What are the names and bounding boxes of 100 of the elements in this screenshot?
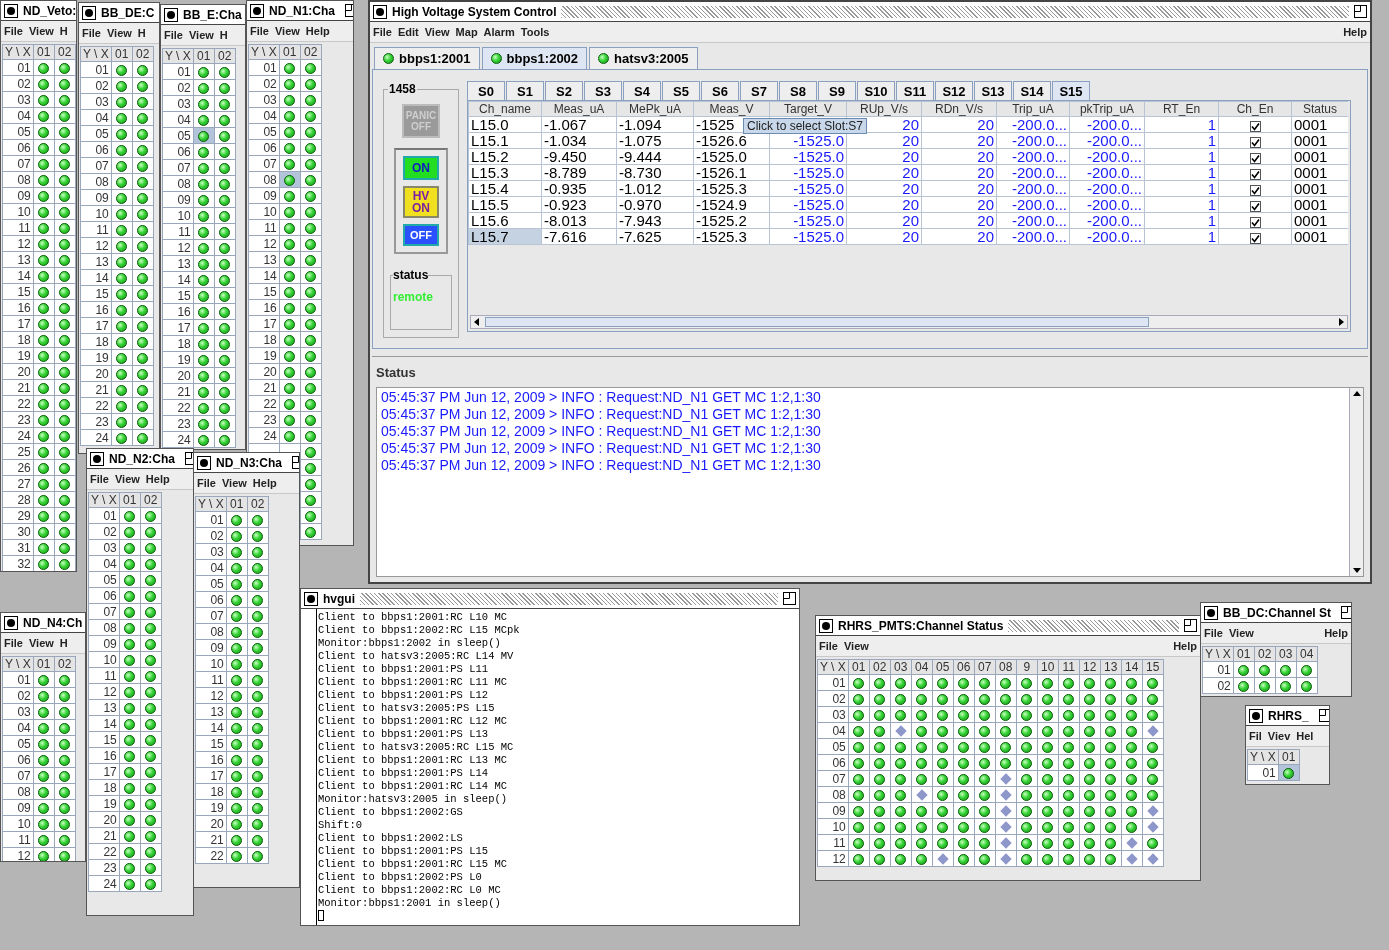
- column-header[interactable]: Trip_uA: [996, 101, 1070, 117]
- menu-item[interactable]: Map: [455, 23, 478, 41]
- column-header[interactable]: RT_En: [1144, 101, 1219, 117]
- menu-item[interactable]: Edit: [397, 23, 419, 41]
- slot-tab[interactable]: S3: [584, 81, 622, 100]
- window-menu-icon[interactable]: [250, 3, 264, 18]
- maximize-icon[interactable]: [783, 592, 796, 605]
- slot-tab[interactable]: S8: [779, 81, 817, 100]
- menu-item[interactable]: View: [843, 637, 869, 655]
- channel-enable-checkbox[interactable]: [1249, 216, 1261, 228]
- host-tab[interactable]: hatsv3:2005: [589, 47, 698, 69]
- window-menu-icon[interactable]: [82, 5, 96, 20]
- maximize-icon[interactable]: [1354, 5, 1367, 18]
- maximize-icon[interactable]: [1318, 709, 1329, 722]
- menu-item[interactable]: File: [4, 22, 23, 40]
- tooltip: Click to select Slot:S7: [743, 118, 868, 134]
- menu-item[interactable]: Hel: [1296, 727, 1314, 745]
- menu-item[interactable]: File: [250, 22, 269, 40]
- menu-item[interactable]: File: [819, 637, 838, 655]
- channel-enable-checkbox[interactable]: [1249, 168, 1261, 180]
- slot-tab[interactable]: S14: [1013, 81, 1051, 100]
- menu-item[interactable]: View: [274, 22, 300, 40]
- slot-tab[interactable]: S12: [935, 81, 973, 100]
- menu-item[interactable]: Help: [145, 470, 170, 488]
- column-header[interactable]: Meas_uA: [541, 101, 617, 117]
- column-header[interactable]: Meas_V: [693, 101, 770, 117]
- menu-item[interactable]: Fil: [1249, 727, 1262, 745]
- menu-item[interactable]: Help: [1343, 23, 1367, 41]
- slot-tab[interactable]: S4: [623, 81, 661, 100]
- menu-item[interactable]: View: [106, 24, 132, 42]
- column-header: 08: [995, 659, 1017, 675]
- menu-item[interactable]: Help: [252, 474, 277, 492]
- menu-item[interactable]: H: [137, 24, 146, 42]
- column-header[interactable]: RUp_V/s: [846, 101, 922, 117]
- host-tab[interactable]: bbps1:2002: [481, 47, 588, 69]
- window-menu-icon[interactable]: [1249, 708, 1263, 723]
- slot-tab[interactable]: S13: [974, 81, 1012, 100]
- column-header[interactable]: Target_V: [769, 101, 847, 117]
- slot-tab[interactable]: S11: [896, 81, 934, 100]
- off-button[interactable]: OFF: [403, 224, 439, 246]
- menu-item[interactable]: File: [1204, 624, 1223, 642]
- channel-enable-checkbox[interactable]: [1249, 200, 1261, 212]
- host-tab[interactable]: bbps1:2001: [374, 47, 480, 69]
- slot-tab[interactable]: S10: [857, 81, 895, 100]
- slot-tab[interactable]: S9: [818, 81, 856, 100]
- menu-item[interactable]: File: [90, 470, 109, 488]
- menu-item[interactable]: File: [4, 634, 23, 652]
- slot-tab[interactable]: S5: [662, 81, 700, 100]
- menu-item[interactable]: View: [28, 22, 54, 40]
- menu-item[interactable]: View: [114, 470, 140, 488]
- channel-enable-checkbox[interactable]: [1249, 232, 1261, 244]
- menu-item[interactable]: View: [188, 26, 214, 44]
- column-header[interactable]: RDn_V/s: [921, 101, 997, 117]
- menu-item[interactable]: H: [59, 22, 68, 40]
- column-header[interactable]: Ch_name: [468, 101, 542, 117]
- menu-item[interactable]: File: [197, 474, 216, 492]
- menu-item[interactable]: Help: [1324, 624, 1348, 642]
- menu-item[interactable]: View: [424, 23, 450, 41]
- slot-tab[interactable]: S0: [467, 81, 505, 100]
- window-menu-icon[interactable]: [373, 4, 387, 19]
- menu-item[interactable]: File: [82, 24, 101, 42]
- menu-item[interactable]: View: [221, 474, 247, 492]
- vertical-scrollbar[interactable]: [1349, 387, 1363, 576]
- menu-item[interactable]: Viev: [1267, 727, 1291, 745]
- column-header[interactable]: Status: [1291, 101, 1348, 117]
- menu-item[interactable]: File: [164, 26, 183, 44]
- window-menu-icon[interactable]: [819, 618, 833, 633]
- slot-tab[interactable]: S15: [1052, 81, 1090, 100]
- hv-on-button[interactable]: HV ON: [403, 186, 439, 218]
- slot-tab[interactable]: S7: [740, 81, 778, 100]
- menu-item[interactable]: Alarm: [483, 23, 515, 41]
- window-menu-icon[interactable]: [90, 451, 104, 466]
- horizontal-scrollbar[interactable]: [470, 315, 1348, 329]
- column-header[interactable]: MePk_uA: [616, 101, 694, 117]
- menu-item[interactable]: Help: [1173, 637, 1197, 655]
- window-menu-icon[interactable]: [1204, 605, 1218, 620]
- window-menu-icon[interactable]: [304, 591, 318, 606]
- channel-enable-checkbox[interactable]: [1249, 184, 1261, 196]
- column-header[interactable]: pkTrip_uA: [1069, 101, 1145, 117]
- on-button[interactable]: ON: [403, 156, 439, 180]
- window-menu-icon[interactable]: [4, 615, 18, 630]
- window-menu-icon[interactable]: [164, 7, 178, 22]
- column-header[interactable]: Ch_En: [1218, 101, 1292, 117]
- menu-item[interactable]: H: [219, 26, 228, 44]
- channel-enable-checkbox[interactable]: [1249, 152, 1261, 164]
- window-menu-icon[interactable]: [197, 455, 211, 470]
- menu-item[interactable]: View: [1228, 624, 1254, 642]
- menu-item[interactable]: View: [28, 634, 54, 652]
- slot-tab[interactable]: S6: [701, 81, 739, 100]
- channel-enable-checkbox[interactable]: [1249, 136, 1261, 148]
- channel-enable-checkbox[interactable]: [1249, 120, 1261, 132]
- slot-tab[interactable]: S1: [506, 81, 544, 100]
- maximize-icon[interactable]: [1184, 619, 1197, 632]
- slot-tab[interactable]: S2: [545, 81, 583, 100]
- menu-item[interactable]: Tools: [520, 23, 550, 41]
- menu-item[interactable]: File: [373, 23, 392, 41]
- window-menu-icon[interactable]: [4, 3, 18, 18]
- menu-item[interactable]: Help: [305, 22, 330, 40]
- maximize-icon[interactable]: [1341, 606, 1351, 619]
- menu-item[interactable]: H: [59, 634, 68, 652]
